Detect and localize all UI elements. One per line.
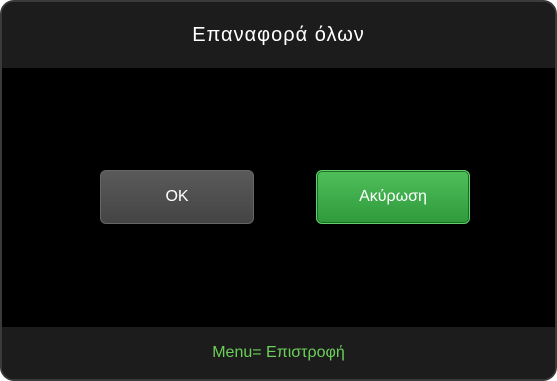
dialog-title: Επαναφορά όλων — [192, 23, 365, 46]
dialog-content: OK Ακύρωση — [2, 68, 555, 328]
ok-button[interactable]: OK — [100, 170, 254, 224]
footer-hint: Menu= Επιστροφή — [212, 344, 345, 361]
cancel-button-label: Ακύρωση — [359, 188, 427, 205]
cancel-button[interactable]: Ακύρωση — [316, 170, 470, 224]
ok-button-label: OK — [165, 188, 189, 205]
dialog-footer: Menu= Επιστροφή — [2, 327, 555, 379]
dialog-title-bar: Επαναφορά όλων — [2, 2, 555, 68]
reset-all-dialog: Επαναφορά όλων OK Ακύρωση Menu= Επιστροφ… — [0, 0, 557, 381]
